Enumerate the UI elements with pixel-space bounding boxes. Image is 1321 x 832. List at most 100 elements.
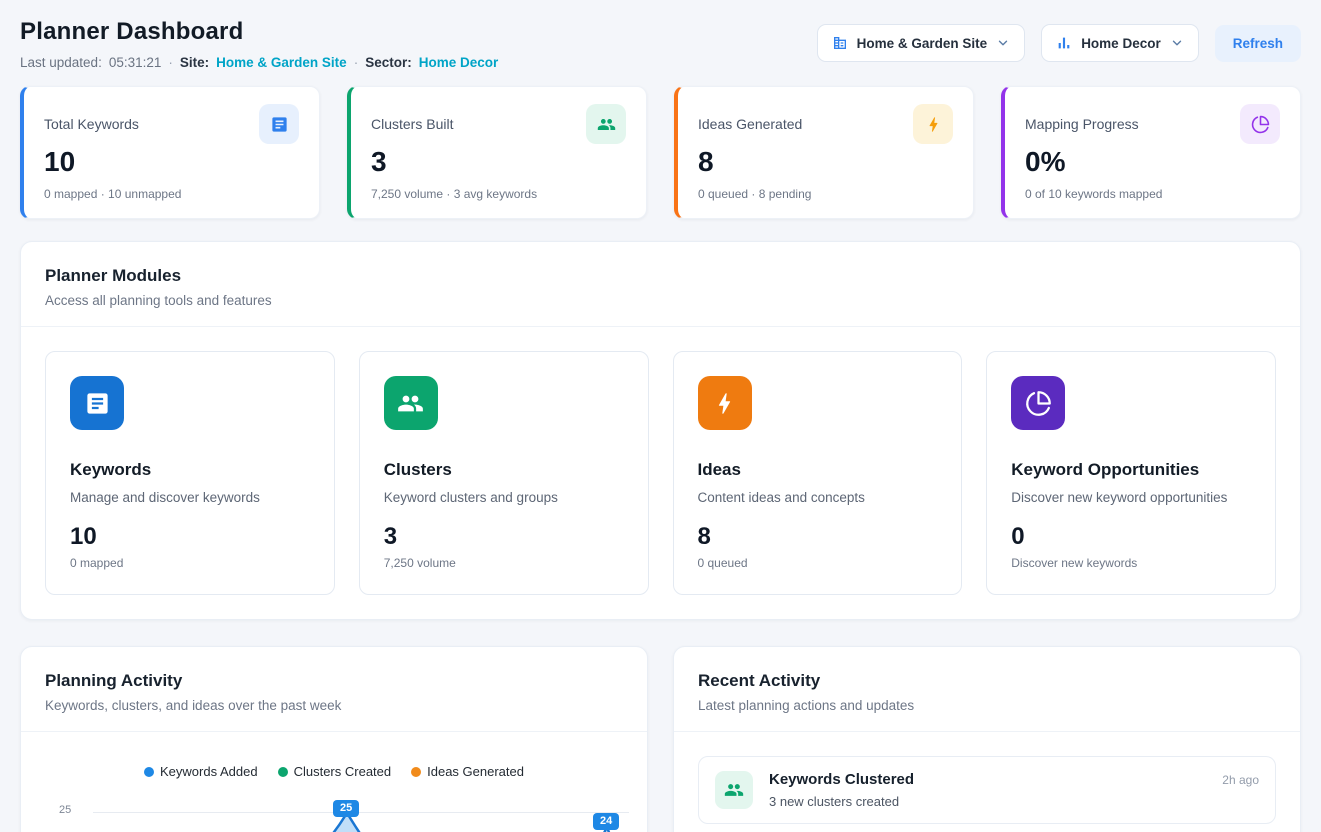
module-title: Keyword Opportunities — [1011, 460, 1251, 480]
module-description: Keyword clusters and groups — [384, 490, 624, 505]
activity-area-chart: 25 25 24 — [21, 787, 647, 832]
module-value: 10 — [70, 523, 310, 551]
stat-sub: 0 mapped · 10 unmapped — [44, 187, 299, 201]
point-label-badge: 24 — [593, 813, 619, 830]
activity-title: Keywords Clustered — [769, 771, 914, 788]
module-title: Ideas — [698, 460, 938, 480]
module-value: 8 — [698, 523, 938, 551]
site-dropdown-label: Home & Garden Site — [857, 36, 988, 51]
stat-card-total-keywords: Total Keywords 10 0 mapped · 10 unmapped — [20, 86, 320, 219]
building-icon — [832, 35, 848, 51]
stat-value: 8 — [698, 146, 953, 178]
header-controls: Home & Garden Site Home Decor Refresh — [817, 24, 1301, 62]
legend-dot-green — [278, 767, 288, 777]
module-description: Manage and discover keywords — [70, 490, 310, 505]
bottom-grid: Planning Activity Keywords, clusters, an… — [20, 646, 1301, 832]
activity-text: Keywords Clustered 3 new clusters create… — [769, 771, 914, 809]
site-label: Site: — [180, 55, 209, 70]
legend-label: Keywords Added — [160, 764, 258, 779]
bolt-icon — [913, 104, 953, 144]
activity-description: 3 new clusters created — [769, 794, 914, 809]
meta-row: Last updated: 05:31:21 · Site: Home & Ga… — [20, 55, 498, 70]
legend-item-ideas-generated: Ideas Generated — [411, 764, 524, 779]
activity-timestamp: 2h ago — [1222, 771, 1259, 787]
section-title: Planner Modules — [45, 266, 1276, 286]
legend-label: Ideas Generated — [427, 764, 524, 779]
section-title: Planning Activity — [45, 671, 623, 691]
recent-activity-header: Recent Activity Latest planning actions … — [674, 647, 1300, 732]
stat-card-ideas-generated: Ideas Generated 8 0 queued · 8 pending — [674, 86, 974, 219]
site-link[interactable]: Home & Garden Site — [216, 55, 347, 70]
stat-value: 10 — [44, 146, 299, 178]
document-icon — [259, 104, 299, 144]
module-sub: 0 mapped — [70, 556, 310, 570]
section-subtitle: Keywords, clusters, and ideas over the p… — [45, 698, 623, 713]
recent-activity-panel: Recent Activity Latest planning actions … — [673, 646, 1301, 832]
pie-chart-icon — [1011, 376, 1065, 430]
point-label-badge: 25 — [333, 800, 359, 817]
last-updated-label: Last updated: — [20, 55, 102, 70]
module-value: 3 — [384, 523, 624, 551]
document-icon — [70, 376, 124, 430]
users-icon — [384, 376, 438, 430]
module-card-ideas[interactable]: Ideas Content ideas and concepts 8 0 que… — [673, 351, 963, 595]
module-title: Clusters — [384, 460, 624, 480]
dot-separator: · — [354, 55, 359, 70]
stat-label: Mapping Progress — [1025, 116, 1139, 132]
site-selector-dropdown[interactable]: Home & Garden Site — [817, 24, 1026, 62]
planner-dashboard-page: Planner Dashboard Last updated: 05:31:21… — [0, 0, 1321, 832]
chevron-down-icon — [1170, 36, 1184, 50]
module-value: 0 — [1011, 523, 1251, 551]
legend-dot-blue — [144, 767, 154, 777]
stat-card-clusters-built: Clusters Built 3 7,250 volume · 3 avg ke… — [347, 86, 647, 219]
legend-item-keywords-added: Keywords Added — [144, 764, 258, 779]
stat-cards-row: Total Keywords 10 0 mapped · 10 unmapped… — [20, 86, 1301, 219]
module-cards-grid: Keywords Manage and discover keywords 10… — [21, 327, 1300, 619]
stat-value: 3 — [371, 146, 626, 178]
last-updated-value: 05:31:21 — [109, 55, 162, 70]
bolt-icon — [698, 376, 752, 430]
users-icon — [586, 104, 626, 144]
chart-legend: Keywords Added Clusters Created Ideas Ge… — [21, 764, 647, 779]
bar-chart-icon — [1056, 35, 1072, 51]
users-icon — [715, 771, 753, 809]
legend-dot-orange — [411, 767, 421, 777]
planning-activity-panel: Planning Activity Keywords, clusters, an… — [20, 646, 648, 832]
module-sub: Discover new keywords — [1011, 556, 1251, 570]
keywords-added-area-series — [83, 787, 648, 832]
refresh-button[interactable]: Refresh — [1215, 25, 1301, 62]
module-sub: 7,250 volume — [384, 556, 624, 570]
header-left: Planner Dashboard Last updated: 05:31:21… — [20, 18, 498, 70]
planner-modules-header: Planner Modules Access all planning tool… — [21, 242, 1300, 327]
activity-list-item: Keywords Clustered 3 new clusters create… — [698, 756, 1276, 824]
stat-sub: 0 of 10 keywords mapped — [1025, 187, 1280, 201]
module-card-keywords[interactable]: Keywords Manage and discover keywords 10… — [45, 351, 335, 595]
stat-sub: 7,250 volume · 3 avg keywords — [371, 187, 626, 201]
stat-label: Clusters Built — [371, 116, 453, 132]
module-sub: 0 queued — [698, 556, 938, 570]
stat-label: Total Keywords — [44, 116, 139, 132]
sector-link[interactable]: Home Decor — [419, 55, 499, 70]
chevron-down-icon — [996, 36, 1010, 50]
section-subtitle: Latest planning actions and updates — [698, 698, 1276, 713]
module-card-keyword-opportunities[interactable]: Keyword Opportunities Discover new keywo… — [986, 351, 1276, 595]
header: Planner Dashboard Last updated: 05:31:21… — [20, 18, 1301, 70]
module-description: Content ideas and concepts — [698, 490, 938, 505]
y-axis-tick: 25 — [59, 804, 71, 816]
sector-label: Sector: — [365, 55, 412, 70]
dot-separator: · — [168, 55, 173, 70]
stat-card-mapping-progress: Mapping Progress 0% 0 of 10 keywords map… — [1001, 86, 1301, 219]
legend-item-clusters-created: Clusters Created — [278, 764, 392, 779]
section-title: Recent Activity — [698, 671, 1276, 691]
pie-chart-icon — [1240, 104, 1280, 144]
stat-label: Ideas Generated — [698, 116, 802, 132]
module-description: Discover new keyword opportunities — [1011, 490, 1251, 505]
sector-selector-dropdown[interactable]: Home Decor — [1041, 24, 1199, 62]
module-title: Keywords — [70, 460, 310, 480]
planning-activity-header: Planning Activity Keywords, clusters, an… — [21, 647, 647, 732]
module-card-clusters[interactable]: Clusters Keyword clusters and groups 3 7… — [359, 351, 649, 595]
legend-label: Clusters Created — [294, 764, 392, 779]
page-title: Planner Dashboard — [20, 18, 498, 46]
sector-dropdown-label: Home Decor — [1081, 36, 1161, 51]
stat-value: 0% — [1025, 146, 1280, 178]
